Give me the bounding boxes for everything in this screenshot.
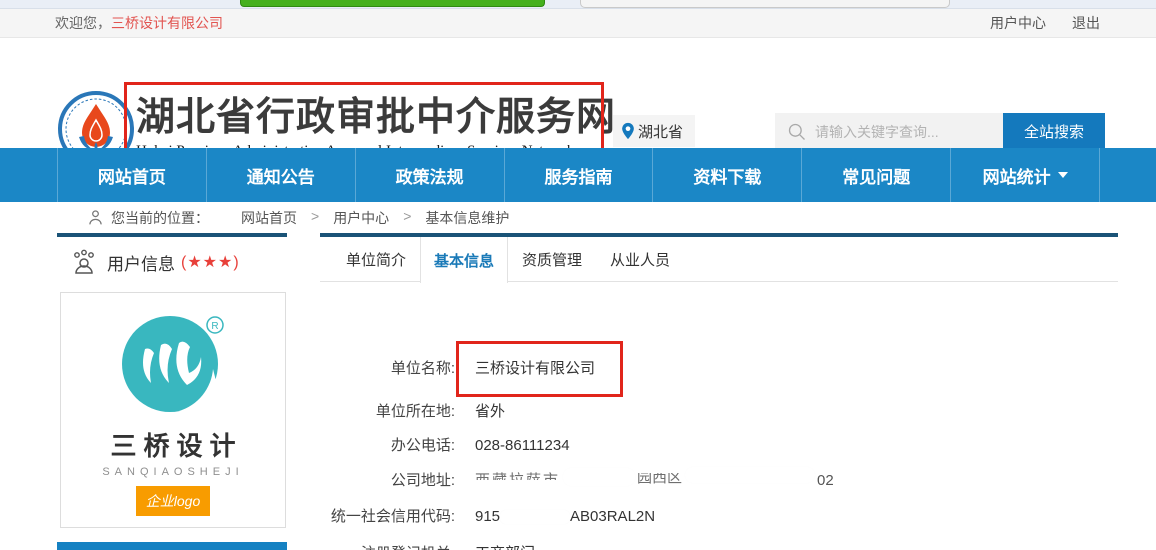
field-label: 统一社会信用代码: <box>315 507 455 527</box>
field-value-credit-code-redacted: 915 AB03RAL2N <box>475 507 655 527</box>
person-icon <box>88 209 103 226</box>
browser-edge-strip <box>0 0 1156 9</box>
address-fragment-left: 西藏拉萨市儿 <box>475 471 577 480</box>
tab-employees[interactable]: 从业人员 <box>596 237 684 281</box>
chevron-down-icon <box>1058 172 1068 178</box>
sidebar-next-section-bar <box>57 542 287 550</box>
browser-tab-remnant-gray <box>580 0 950 8</box>
nav-item-policies[interactable]: 政策法规 <box>355 148 504 202</box>
field-label: 单位名称: <box>315 359 455 379</box>
search-icon <box>787 122 807 142</box>
welcome-company-name: 三桥设计有限公司 <box>111 15 223 31</box>
redaction-smudge <box>563 468 635 486</box>
company-logo-subtitle: SANQIAOSHEJI <box>61 466 285 478</box>
breadcrumb-items: 网站首页 > 用户中心 > 基本信息维护 <box>241 208 509 228</box>
nav-item-faq[interactable]: 常见问题 <box>801 148 950 202</box>
site-header: 湖北省行政审批中介服务网 Hubei Province Administrati… <box>0 38 1156 148</box>
credit-code-prefix: 915 <box>475 508 500 525</box>
field-label: 办公电话: <box>315 436 455 456</box>
redaction-smudge <box>500 510 570 524</box>
logout-link[interactable]: 退出 <box>1072 9 1100 38</box>
company-logo-title: 三桥设计 <box>61 426 285 463</box>
form-row-registration-authority: 注册登记机关: 工商部门 <box>315 544 535 550</box>
form-row-office-phone: 办公电话: 028-86111234 <box>315 436 570 456</box>
address-fragment-tail: 02 <box>817 471 834 491</box>
nav-item-notices[interactable]: 通知公告 <box>206 148 355 202</box>
topbar: 欢迎您，三桥设计有限公司 用户中心 退出 <box>0 9 1156 38</box>
sidebar-user-info-header: 用户信息 (★★★) <box>57 233 287 287</box>
form-row-location: 单位所在地: 省外 <box>315 402 505 422</box>
credit-code-suffix: AB03RAL2N <box>570 508 655 525</box>
browser-tab-remnant-green <box>240 0 545 7</box>
tab-basic-info[interactable]: 基本信息 <box>420 237 508 283</box>
breadcrumb-home[interactable]: 网站首页 <box>241 208 297 228</box>
topbar-links: 用户中心 退出 <box>990 9 1100 38</box>
field-value-location: 省外 <box>475 402 505 422</box>
form-row-company-address: 公司地址: 西藏拉萨市儿 园西区 02 <box>315 471 835 491</box>
field-value-company-address-redacted: 西藏拉萨市儿 园西区 02 <box>475 471 835 491</box>
breadcrumb-prefix: 您当前的位置： <box>111 208 209 228</box>
search-input[interactable]: 请输入关键字查询... <box>775 113 1003 150</box>
field-label: 公司地址: <box>315 471 455 491</box>
breadcrumb-separator: > <box>403 208 411 228</box>
tab-bar: 单位简介 基本信息 资质管理 从业人员 <box>320 237 1118 282</box>
welcome-prefix: 欢迎您， <box>55 15 111 31</box>
user-center-link[interactable]: 用户中心 <box>990 9 1046 38</box>
nav-item-service-guide[interactable]: 服务指南 <box>504 148 653 202</box>
breadcrumb: 您当前的位置： 网站首页 > 用户中心 > 基本信息维护 <box>0 202 1156 233</box>
user-network-icon <box>71 249 97 275</box>
tab-qualification-management[interactable]: 资质管理 <box>508 237 596 281</box>
redaction-smudge <box>685 467 815 483</box>
main-panel: 单位简介 基本信息 资质管理 从业人员 单位名称: 三桥设计有限公司 单位所在地… <box>320 233 1118 550</box>
company-logo-card: R 三桥设计 SANQIAOSHEJI 企业logo <box>60 292 286 528</box>
search-button[interactable]: 全站搜索 <box>1003 113 1105 150</box>
nav-item-site-stats[interactable]: 网站统计 <box>950 148 1100 202</box>
breadcrumb-separator: > <box>311 208 319 228</box>
sidebar-user-info-title: 用户信息 <box>107 250 175 275</box>
enterprise-logo-button[interactable]: 企业logo <box>136 486 210 516</box>
main-nav-items: 网站首页 通知公告 政策法规 服务指南 资料下载 常见问题 网站统计 <box>57 148 1100 202</box>
welcome-text: 欢迎您，三桥设计有限公司 <box>55 9 223 38</box>
nav-item-home[interactable]: 网站首页 <box>57 148 206 202</box>
search-placeholder: 请输入关键字查询... <box>815 122 939 142</box>
field-value-company-name: 三桥设计有限公司 <box>475 359 595 379</box>
form-row-credit-code: 统一社会信用代码: 915 AB03RAL2N <box>315 507 655 527</box>
tab-company-profile[interactable]: 单位简介 <box>332 237 420 281</box>
address-fragment-middle: 园西区 <box>637 473 682 488</box>
map-pin-icon <box>621 122 635 140</box>
location-label: 湖北省 <box>638 121 683 142</box>
nav-item-downloads[interactable]: 资料下载 <box>652 148 801 202</box>
site-title: 湖北省行政审批中介服务网 <box>136 95 606 141</box>
nav-item-site-stats-label: 网站统计 <box>983 163 1051 188</box>
svg-text:R: R <box>211 321 218 332</box>
location-selector[interactable]: 湖北省 <box>613 115 695 147</box>
field-label: 注册登记机关: <box>315 544 455 550</box>
page: 欢迎您，三桥设计有限公司 用户中心 退出 湖北省行政审批中介服务网 Hubei … <box>0 0 1156 550</box>
user-star-rating: (★★★) <box>181 252 240 272</box>
breadcrumb-basic-info[interactable]: 基本信息维护 <box>425 208 509 228</box>
field-value-office-phone: 028-86111234 <box>475 436 570 456</box>
field-label: 单位所在地: <box>315 402 455 422</box>
form-row-company-name: 单位名称: 三桥设计有限公司 <box>315 359 595 379</box>
breadcrumb-user-center[interactable]: 用户中心 <box>333 208 389 228</box>
main-nav: 网站首页 通知公告 政策法规 服务指南 资料下载 常见问题 网站统计 <box>0 148 1156 202</box>
company-logo-image: R <box>117 307 229 419</box>
field-value-registration-authority: 工商部门 <box>475 544 535 550</box>
